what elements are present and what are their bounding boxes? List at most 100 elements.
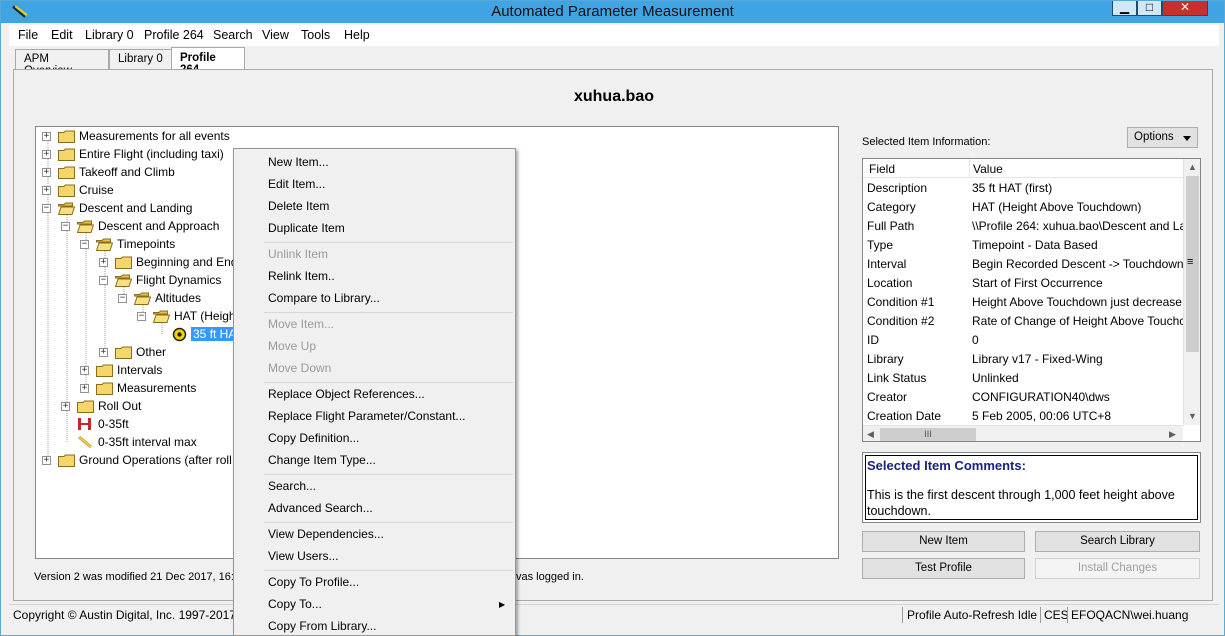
folder-icon xyxy=(58,130,75,143)
expand-icon[interactable]: + xyxy=(42,168,51,177)
menu-item-view-dependencies[interactable]: View Dependencies... xyxy=(268,527,384,541)
expand-icon[interactable]: + xyxy=(42,456,51,465)
menu-item-view-users[interactable]: View Users... xyxy=(268,549,338,563)
property-value: Timepoint - Data Based xyxy=(972,238,1098,252)
options-label: Options xyxy=(1134,131,1174,143)
tab-profile[interactable]: Profile 264 xyxy=(171,47,245,76)
tree-node-label: Descent and Approach xyxy=(98,219,220,233)
status-divider xyxy=(1040,607,1041,623)
collapse-icon[interactable]: − xyxy=(118,294,127,303)
new-item-button[interactable]: New Item xyxy=(862,531,1025,552)
tab-library[interactable]: Library 0 xyxy=(109,49,173,69)
menu-item-advanced-search[interactable]: Advanced Search... xyxy=(268,501,373,515)
property-row[interactable]: Type Timepoint - Data Based xyxy=(863,236,1183,255)
collapse-icon[interactable]: − xyxy=(42,204,51,213)
menu-edit[interactable]: Edit xyxy=(51,28,73,42)
property-row[interactable]: Condition #2 Rate of Change of Height Abo… xyxy=(863,312,1184,331)
comments-text: This is the first descent through 1,000 … xyxy=(867,488,1175,518)
property-value: Begin Recorded Descent -> Touchdown xyxy=(972,257,1184,271)
property-row[interactable]: Interval Begin Recorded Descent -> Touchd… xyxy=(863,255,1184,274)
scroll-down-icon[interactable]: ▼ xyxy=(1188,411,1197,421)
menu-item-copy-to[interactable]: Copy To... xyxy=(268,597,322,611)
menu-view[interactable]: View xyxy=(262,28,289,42)
menu-item-copy-definition[interactable]: Copy Definition... xyxy=(268,431,359,445)
column-header-field[interactable]: Field xyxy=(869,162,895,176)
menu-profile[interactable]: Profile 264 xyxy=(144,28,204,42)
folder-icon xyxy=(96,364,113,377)
property-row[interactable]: Condition #1 Height Above Touchdown just … xyxy=(863,293,1183,312)
folder-open-icon xyxy=(96,238,113,251)
menu-item-replace-object-references[interactable]: Replace Object References... xyxy=(268,387,425,401)
property-row[interactable]: Library Library v17 - Fixed-Wing xyxy=(863,350,1183,369)
expand-icon[interactable]: + xyxy=(42,150,51,159)
tab-apm-overview[interactable]: APM Overview xyxy=(15,49,109,77)
property-field: Interval xyxy=(867,257,907,271)
scroll-left-icon[interactable]: ◀ xyxy=(867,429,874,440)
vertical-scroll-thumb[interactable]: ≡ xyxy=(1186,176,1199,352)
expand-icon[interactable]: + xyxy=(80,366,89,375)
folder-icon xyxy=(77,400,94,413)
collapse-icon[interactable]: − xyxy=(61,222,70,231)
close-button[interactable]: ✕ xyxy=(1162,1,1208,16)
menu-item-replace-flight-parameter[interactable]: Replace Flight Parameter/Constant... xyxy=(268,409,465,423)
test-profile-button[interactable]: Test Profile xyxy=(862,558,1025,579)
horizontal-scrollbar[interactable]: ◀ III ▶ xyxy=(863,425,1183,441)
expand-icon[interactable]: + xyxy=(80,384,89,393)
menu-library[interactable]: Library 0 xyxy=(85,28,134,42)
collapse-icon[interactable]: − xyxy=(80,240,89,249)
property-field: Category xyxy=(867,200,916,214)
search-library-button[interactable]: Search Library xyxy=(1035,531,1200,552)
scroll-up-icon[interactable]: ▲ xyxy=(1188,162,1197,172)
vertical-scrollbar[interactable]: ▲ ≡ ▼ xyxy=(1183,159,1200,425)
property-value: 35 ft HAT (first) xyxy=(972,181,1053,195)
title-bar[interactable]: Automated Parameter Measurement ▁ □ ✕ xyxy=(1,1,1224,23)
expand-icon[interactable]: + xyxy=(42,186,51,195)
properties-header: Field Value xyxy=(863,159,1183,178)
property-row[interactable]: ID 0 xyxy=(863,331,1183,350)
menu-item-delete-item[interactable]: Delete Item xyxy=(268,199,329,213)
maximize-button[interactable]: □ xyxy=(1137,1,1162,16)
scroll-right-icon[interactable]: ▶ xyxy=(1169,429,1176,440)
property-field: Full Path xyxy=(867,219,915,233)
horizontal-scroll-thumb[interactable]: III xyxy=(880,428,976,441)
ces-status: CES xyxy=(1044,608,1069,622)
expand-icon[interactable]: + xyxy=(99,258,108,267)
expand-icon[interactable]: + xyxy=(42,132,51,141)
menu-tools[interactable]: Tools xyxy=(301,28,330,42)
options-dropdown[interactable]: Options xyxy=(1127,127,1198,148)
properties-list[interactable]: Field Value Description 35 ft HAT (first)… xyxy=(862,158,1201,442)
menu-separator xyxy=(264,242,513,243)
tree-node-label: Takeoff and Climb xyxy=(79,165,175,179)
menu-item-duplicate-item[interactable]: Duplicate Item xyxy=(268,221,345,235)
expand-icon[interactable]: + xyxy=(99,348,108,357)
menu-item-relink-item[interactable]: Relink Item.. xyxy=(268,269,335,283)
expand-icon[interactable]: + xyxy=(61,402,70,411)
menu-separator xyxy=(264,474,513,475)
menu-search[interactable]: Search xyxy=(213,28,253,42)
collapse-icon[interactable]: − xyxy=(137,312,146,321)
property-row[interactable]: Location Start of First Occurrence xyxy=(863,274,1183,293)
menu-file[interactable]: File xyxy=(18,28,38,42)
property-row[interactable]: Creator CONFIGURATION40\dws xyxy=(863,388,1183,407)
property-field: Link Status xyxy=(867,371,927,385)
menu-item-new-item[interactable]: New Item... xyxy=(268,155,329,169)
column-header-value[interactable]: Value xyxy=(973,162,1003,176)
menu-item-search[interactable]: Search... xyxy=(268,479,316,493)
property-row[interactable]: Link Status Unlinked xyxy=(863,369,1183,388)
property-row[interactable]: Description 35 ft HAT (first) xyxy=(863,179,1183,198)
tree-node-label: Beginning and End xyxy=(136,255,238,269)
menu-item-change-item-type[interactable]: Change Item Type... xyxy=(268,453,376,467)
comments-title: Selected Item Comments: xyxy=(867,458,1026,473)
menu-item-edit-item[interactable]: Edit Item... xyxy=(268,177,325,191)
menu-item-compare-to-library[interactable]: Compare to Library... xyxy=(268,291,380,305)
menu-item-copy-from-library[interactable]: Copy From Library... xyxy=(268,619,376,633)
collapse-icon[interactable]: − xyxy=(99,276,108,285)
property-row[interactable]: Full Path \\Profile 264: xuhua.bao\Descen… xyxy=(863,217,1184,236)
menu-item-unlink-item: Unlink Item xyxy=(268,247,329,261)
column-divider[interactable] xyxy=(969,159,970,178)
property-row[interactable]: Category HAT (Height Above Touchdown) xyxy=(863,198,1183,217)
menu-help[interactable]: Help xyxy=(344,28,370,42)
property-row[interactable]: Creation Date 5 Feb 2005, 00:06 UTC+8 xyxy=(863,407,1183,426)
menu-item-copy-to-profile[interactable]: Copy To Profile... xyxy=(268,575,359,589)
minimize-button[interactable]: ▁ xyxy=(1112,1,1137,16)
